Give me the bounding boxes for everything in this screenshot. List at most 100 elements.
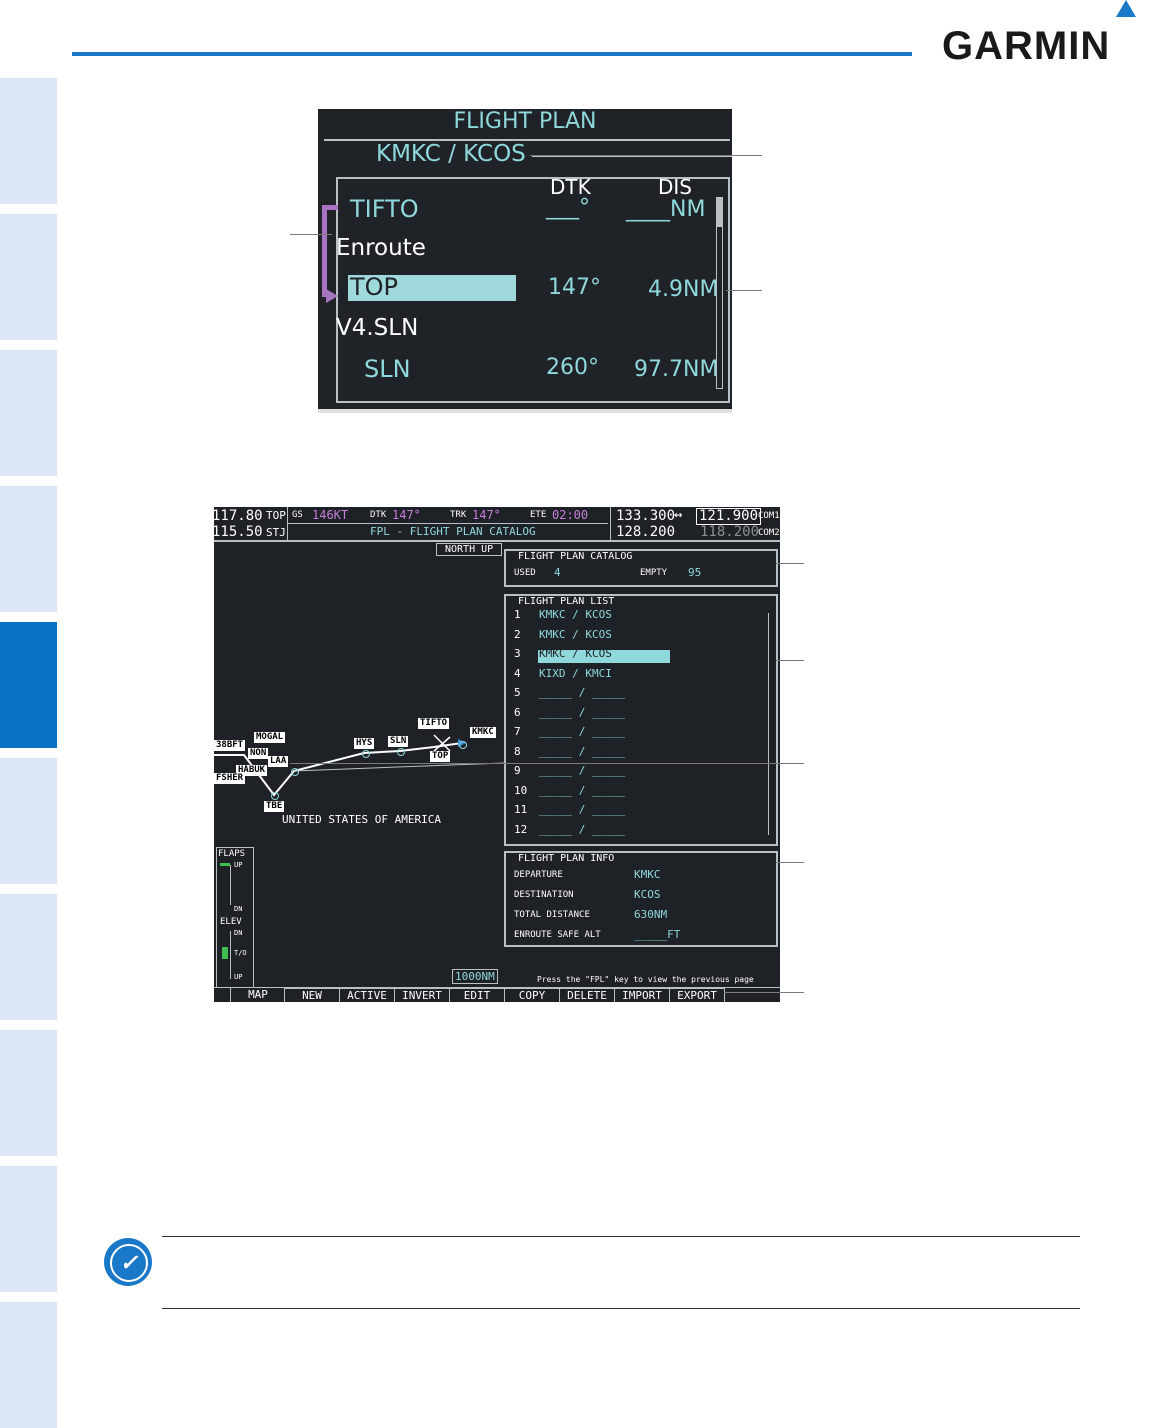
list-item-number: 11 (514, 803, 528, 816)
softkey-edit[interactable]: EDIT (449, 988, 505, 1002)
side-tab-3[interactable] (0, 350, 57, 476)
leg-name-selected[interactable]: TOP (350, 273, 398, 301)
flaps-indicator-icon (220, 863, 230, 866)
empty-label: EMPTY (640, 568, 668, 578)
hint-text: Press the "FPL" key to view the previous… (537, 975, 754, 984)
note-top-rule (162, 1236, 1080, 1237)
list-item-route: KMKC / KCOS (539, 647, 612, 660)
softkey-map[interactable]: MAP (230, 988, 285, 1002)
com2-standby[interactable]: 118.200 (700, 524, 759, 540)
map-label[interactable]: NON (248, 748, 269, 759)
softkey-import[interactable]: IMPORT (614, 988, 670, 1002)
softkey-active[interactable]: ACTIVE (339, 988, 395, 1002)
waypoint-icon[interactable] (397, 748, 405, 756)
com2-active[interactable]: 128.200 (616, 524, 675, 540)
list-item-route: _____ / _____ (539, 764, 626, 777)
map-label[interactable]: HYS (354, 738, 375, 749)
map-label[interactable]: LAA (268, 756, 289, 767)
col-dis-header: DIS (658, 175, 692, 199)
north-up-label[interactable]: NORTH UP (436, 543, 503, 556)
side-tab-8[interactable] (0, 1030, 57, 1156)
gs-label: GS (292, 510, 303, 520)
scrollbar-thumb[interactable] (716, 197, 723, 227)
com1-active[interactable]: 133.300 (616, 508, 675, 524)
side-tab-6[interactable] (0, 758, 57, 884)
elev-label: ELEV (220, 917, 242, 927)
list-item-route: _____ / _____ (539, 686, 626, 699)
dtk-label: DTK (370, 510, 387, 520)
leg-name[interactable]: SLN (364, 355, 411, 383)
nav2-id: STJ (266, 526, 286, 539)
map-label[interactable]: TIFTO (418, 718, 450, 729)
garmin-logo: GARMIN (942, 0, 1142, 68)
used-label: USED (514, 568, 536, 578)
side-tab-1[interactable] (0, 78, 57, 204)
map-label[interactable]: 38BFT (214, 740, 246, 751)
divider (288, 523, 608, 524)
note-icon: ✓ (104, 1238, 152, 1286)
map-label[interactable]: SLN (388, 736, 409, 747)
safe-alt-value: _____FT (634, 928, 681, 941)
elev-dn: DN (234, 929, 243, 937)
waypoint-icon[interactable] (459, 741, 467, 749)
map-label[interactable]: FSHER (214, 773, 246, 784)
country-label: UNITED STATES OF AMERICA (282, 813, 441, 826)
nav2-freq[interactable]: 115.50 (214, 524, 263, 540)
list-title: FLIGHT PLAN LIST (516, 596, 617, 607)
distance-value: 630NM (634, 908, 668, 921)
callout-line (290, 234, 332, 235)
list-item-route: _____ / _____ (539, 705, 626, 719)
callout-line (724, 992, 804, 993)
info-title: FLIGHT PLAN INFO (516, 853, 617, 864)
used-value: 4 (554, 566, 561, 579)
softkey-export[interactable]: EXPORT (669, 988, 725, 1002)
side-tab-10[interactable] (0, 1302, 57, 1428)
list-item-number: 1 (514, 608, 521, 621)
list-item-route: KMKC / KCOS (539, 627, 612, 641)
ete-value: 02:00 (552, 508, 589, 522)
note-bottom-rule (162, 1308, 1080, 1309)
leg-dis: 4.9NM (648, 277, 719, 302)
map-label[interactable]: MOGAL (254, 732, 286, 743)
departure-label: DEPARTURE (514, 870, 563, 880)
flaps-up: UP (234, 861, 243, 869)
elev-to: T/O (234, 949, 247, 957)
list-item-route: _____ / _____ (539, 803, 626, 816)
logo-triangle-icon (1116, 0, 1136, 17)
list-item-route: _____ / _____ (539, 725, 626, 738)
side-tab-7[interactable] (0, 894, 57, 1020)
swap-arrow-icon[interactable]: ↔ (674, 507, 682, 523)
callout-line (776, 660, 804, 661)
com1-standby[interactable]: 121.900 (696, 508, 762, 525)
list-scrollbar[interactable] (768, 613, 769, 835)
side-tab-2[interactable] (0, 214, 57, 340)
softkey-copy[interactable]: COPY (504, 988, 560, 1002)
waypoint-icon[interactable] (291, 768, 299, 776)
waypoint-icon[interactable] (271, 792, 279, 800)
map-label[interactable]: TBE (264, 801, 285, 812)
callout-line (726, 290, 762, 291)
waypoint-icon[interactable] (362, 750, 370, 758)
map-label[interactable]: KMKC (470, 727, 496, 738)
map-label[interactable]: TOP (430, 751, 451, 762)
departure-value: KMKC (634, 868, 661, 881)
fp-route-name: KMKC / KCOS (376, 141, 526, 167)
softkey-new[interactable]: NEW (284, 988, 340, 1002)
com1-label: COM1 (758, 511, 780, 521)
list-item-route: KIXD / KMCI (539, 666, 612, 680)
leg-name[interactable]: TIFTO (350, 195, 419, 223)
trk-label: TRK (450, 510, 467, 520)
header-rule (72, 52, 912, 56)
list-item-number: 6 (514, 705, 521, 719)
logo-text: GARMIN (942, 24, 1111, 68)
nav1-freq[interactable]: 117.80 (214, 508, 263, 524)
side-tab-4[interactable] (0, 486, 57, 612)
map-range[interactable]: 1000NM (452, 969, 498, 984)
softkey-invert[interactable]: INVERT (394, 988, 450, 1002)
list-item-route: _____ / _____ (539, 822, 626, 836)
side-tab-flight-planning[interactable] (0, 622, 57, 748)
elev-scale (230, 931, 231, 979)
softkey-delete[interactable]: DELETE (559, 988, 615, 1002)
side-tab-9[interactable] (0, 1166, 57, 1292)
leg-dis: 97.7NM (634, 357, 719, 382)
